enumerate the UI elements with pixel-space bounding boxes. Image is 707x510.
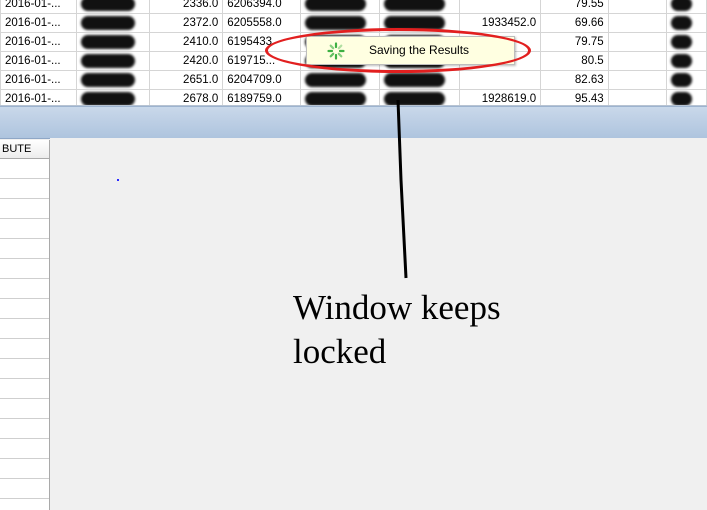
annotation-arrow xyxy=(396,99,408,279)
annotation-line-1: Window keeps xyxy=(293,288,501,327)
annotation-text: Window keeps locked xyxy=(293,286,501,374)
annotation-line-2: locked xyxy=(293,332,387,371)
